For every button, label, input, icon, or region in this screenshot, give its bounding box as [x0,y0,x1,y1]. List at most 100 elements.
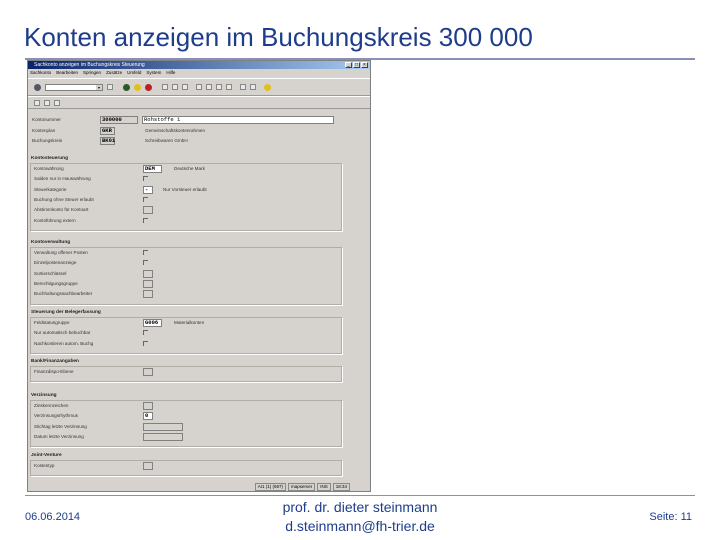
group-box [30,460,342,477]
group-title: Verzinsung [31,393,57,398]
input-field[interactable] [143,290,153,299]
back-icon[interactable] [123,83,130,91]
field-label: Buchung ohne Steuer erlaubt [34,196,94,202]
field-label: Stichtag letzte Verzinsung [34,423,87,429]
input-field[interactable] [143,462,153,470]
menu-item-2[interactable]: Springen [83,69,101,77]
field-label: Feldstatusgruppe [34,320,70,325]
field-label: Salden nur in Hauswährung [34,176,91,182]
checkbox[interactable] [143,196,148,202]
document-icon[interactable] [54,99,60,106]
checkbox[interactable] [143,330,148,336]
header-field-value[interactable]: BK01 [100,137,115,145]
checkbox[interactable] [143,217,148,223]
menu-bar: Sachkonto Bearbeiten Springen Zusätze Umfeld… [28,69,370,77]
window-title: Sachkonto anzeigen im Buchungskreis Steu… [34,62,145,68]
header-field-label: Kontonummer [32,117,61,122]
save-icon[interactable] [107,84,113,90]
input-field[interactable] [143,402,153,410]
menu-item-1[interactable]: Bearbeiten [56,69,78,77]
header-field-label: Kontenplan [32,127,56,133]
print-icon[interactable] [162,84,168,90]
input-field[interactable] [143,432,183,441]
help-icon[interactable] [264,83,271,91]
footer-author-block: prof. dr. dieter steinmann d.steinmann@f… [230,498,490,536]
find-next-icon[interactable] [182,84,188,90]
first-page-icon[interactable] [196,84,202,90]
menu-item-3[interactable]: Zusätze [106,69,122,77]
group-title: Bank/Finanzangaben [31,359,79,364]
other-object-icon[interactable] [44,99,50,106]
minimize-button[interactable]: _ [345,62,352,68]
input-field[interactable] [143,206,153,215]
header-field-desc: Schreibwaren GmbH [145,138,188,143]
input-field[interactable] [143,422,183,431]
input-field[interactable]: G006 [143,319,162,327]
header-field-label: Buchungskreis [32,138,63,143]
checkbox[interactable] [143,250,148,255]
field-label: Datum letzte Verzinsung [34,433,84,439]
menu-item-0[interactable]: Sachkonto [30,69,51,77]
checkbox[interactable] [143,176,148,182]
footer-date: 06.06.2014 [25,511,81,523]
sap-window: Sachkonto anzeigen im Buchungskreis Steu… [27,60,371,492]
field-label: Buchhaltungssachbearbeiter [34,291,93,297]
input-field[interactable]: 0 [143,412,153,421]
status-field: INS [317,482,331,491]
footer-page-number: Seite: 11 [649,511,692,523]
header-field-value[interactable]: GKR [100,126,115,135]
menu-item-5[interactable]: System [146,69,161,77]
field-label: Kontoführung extern [34,217,76,223]
input-field[interactable] [143,269,153,278]
status-field: 18:34 [332,482,350,491]
application-toolbar [28,96,370,109]
command-field[interactable]: ▾ [45,83,103,91]
slide-title: Konten anzeigen im Buchungskreis 300 000 [24,22,533,52]
group-title: Joint-Venture [31,453,62,458]
footer-email: d.steinmann@fh-trier.de [285,518,435,534]
field-label: Abstimmkonto für Kontoart [34,207,89,213]
input-field[interactable] [143,279,153,288]
field-label: Einzelpostenanzeige [34,260,77,266]
chevron-down-icon[interactable]: ▾ [96,84,102,90]
last-page-icon[interactable] [226,84,232,90]
field-description: Nur Vorsteuer erlaubt [163,186,207,192]
close-button[interactable]: × [361,62,368,68]
header-field-value[interactable]: 300000 [100,116,138,124]
field-label: Verzinsungsrhythmus [34,413,78,419]
input-field[interactable]: DEM [143,165,162,173]
exit-icon[interactable] [134,83,141,91]
menu-item-4[interactable]: Umfeld [127,69,141,77]
enter-icon[interactable] [34,83,41,91]
group-title: Kontoverwaltung [31,240,71,245]
input-field[interactable] [143,368,153,376]
footer-divider [25,495,695,496]
shortcut-icon[interactable] [250,84,256,90]
status-field: mapserver [287,482,316,491]
field-label: Sortierschlüssel [34,270,67,276]
field-label: Nur automatisch bebuchbar [34,330,91,336]
cancel-icon[interactable] [145,83,152,91]
status-field: AI1 (1) (697) [254,482,286,491]
checkbox[interactable] [143,340,148,346]
field-label: Zinskennzeichen [34,403,69,408]
new-session-icon[interactable] [240,84,246,90]
checkbox[interactable] [143,260,148,266]
next-page-icon[interactable] [216,84,222,90]
find-icon[interactable] [172,84,178,90]
group-box [30,366,342,383]
field-description: Deutsche Mark [174,166,205,171]
status-bar: AI1 (1) (697) mapserver INS 18:34 [28,482,370,491]
menu-item-6[interactable]: Hilfe [166,69,175,77]
header-field-desc: Gemeinschaftskontenrahmen [145,127,206,133]
field-label: Kontowährung [34,166,64,171]
window-title-bar: Sachkonto anzeigen im Buchungskreis Steu… [28,61,370,69]
field-label: Steuerkategorie [34,186,67,192]
maximize-button[interactable]: □ [353,62,360,68]
header-field-desc: Rohstoffe 1 [142,116,334,124]
standard-toolbar: ▾ [28,78,370,96]
display-change-icon[interactable] [34,99,40,106]
prev-page-icon[interactable] [206,84,212,90]
input-field[interactable]: - [143,185,153,194]
group-title: Steuerung der Belegerfassung [31,310,101,315]
